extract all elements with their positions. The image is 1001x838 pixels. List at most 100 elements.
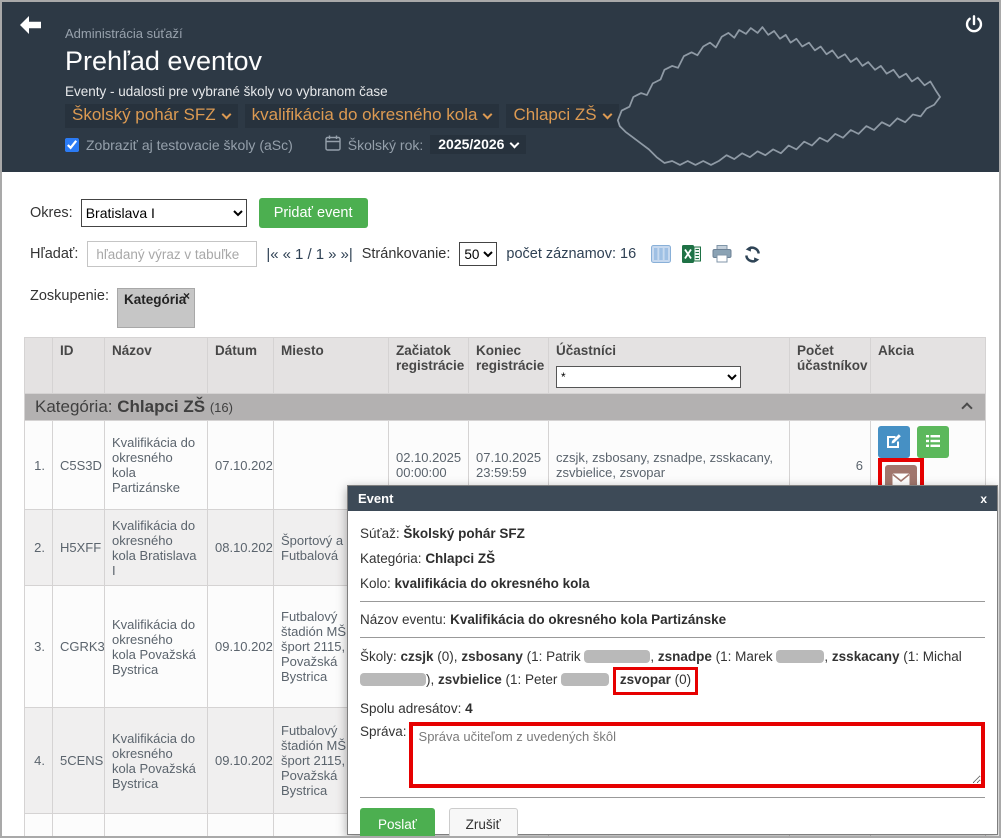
okres-label: Okres: [30,205,73,221]
search-input[interactable] [87,241,257,267]
nazov-eventu-value: Kvalifikácia do okresného kola Partizáns… [450,612,726,627]
cell-id: 5CENS [53,708,105,814]
chevron-down-icon [483,110,493,120]
edit-event-button[interactable] [878,426,910,458]
filter-category[interactable]: Chlapci ZŠ [506,104,618,128]
back-arrow-icon[interactable] [18,14,44,41]
column-header-ID[interactable]: ID [53,338,105,394]
paging-label: Stránkovanie: [362,246,451,262]
edit-pencil-icon [886,433,902,452]
cell-num [25,814,53,838]
skoly-label: Školy: [360,649,401,664]
filter-round[interactable]: kvalifikácia do okresného kola [245,104,500,128]
column-header-Názov[interactable]: Názov [105,338,208,394]
spolu-label: Spolu adresátov: [360,701,465,716]
column-header-Dátum[interactable]: Dátum▲ [208,338,274,394]
participant-list-button[interactable] [917,426,949,458]
school-separator: , [650,649,658,664]
redacted-name [561,673,609,686]
cell-num: 4. [25,708,53,814]
okres-select[interactable]: Bratislava I [81,199,247,227]
close-icon[interactable]: x [980,492,987,506]
page-title: Prehľad eventov [65,46,619,77]
group-row: Kategória: Chlapci ZŠ (16) [25,394,986,421]
chevron-down-icon [510,139,520,149]
pagination-last[interactable]: »| [340,246,352,263]
remove-group-icon[interactable]: × [183,289,190,303]
competition-filters: Školský pohár SFZ kvalifikácia do okresn… [65,104,619,128]
cell-datum: 07.10.2025 [208,421,274,510]
redacted-name [360,673,426,686]
printer-icon[interactable] [712,245,732,263]
refresh-icon[interactable] [743,245,762,264]
cancel-button[interactable]: Zrušiť [449,808,518,838]
column-header-Účastníci[interactable]: Účastníci* [549,338,790,394]
show-test-schools-checkbox[interactable] [65,138,79,152]
power-icon[interactable] [963,14,985,41]
school-year-label: Školský rok: [348,137,423,153]
school-separator: ), [426,672,438,687]
cell-id: CGRK3 [53,586,105,708]
page-size-select[interactable]: 50 [459,242,497,266]
cell-datum [208,814,274,838]
annotation-box-zsvopar: zsvopar (0) [613,667,698,694]
cell-datum: 09.10.2025 [208,586,274,708]
kolo-label: Kolo: [360,576,391,591]
cell-id: C5S3D [53,421,105,510]
school-detail: (1: Michal [899,649,961,664]
school-name: zsskacany [832,649,900,664]
redacted-name [776,650,824,663]
add-event-button[interactable]: Pridať event [259,198,368,228]
cell-num: 3. [25,586,53,708]
column-header-Začiatok registrácie[interactable]: Začiatok registrácie [389,338,469,394]
send-button[interactable]: Poslať [360,808,435,838]
school-detail: (1: Peter [502,672,561,687]
school-name: zsvopar [620,672,671,687]
cell-num: 2. [25,510,53,586]
school-detail: (1: Patrik [523,649,585,664]
column-header-Akcia: Akcia [871,338,986,394]
filter-competition[interactable]: Školský pohár SFZ [65,104,238,128]
collapse-chevron-icon[interactable] [961,402,972,413]
divider [360,797,985,798]
column-header-Miesto[interactable]: Miesto [274,338,389,394]
list-icon [925,433,941,452]
school-name: zsvbielice [438,672,502,687]
pagination-current: 1 / 1 [295,246,324,263]
sutaz-value: Školský pohár SFZ [403,526,525,541]
cell-id [53,814,105,838]
cell-nazov: Kvalifikácia do okresného kola Partizáns… [105,421,208,510]
group-by-label: Zoskupenie: [30,288,109,304]
column-header-Koniec registrácie[interactable]: Koniec registrácie [469,338,549,394]
table-columns-icon[interactable] [651,245,671,263]
excel-export-icon[interactable] [682,245,701,263]
dialog-title: Event [358,491,393,506]
pagination-next[interactable]: » [328,246,336,263]
group-name: Chlapci ZŠ [117,397,205,416]
pagination: |« « 1 / 1 » »| [266,246,352,263]
school-name: czsjk [401,649,434,664]
school-detail: (0), [434,649,462,664]
page-header: Administrácia súťaží Prehľad eventov Eve… [2,2,999,172]
group-prefix: Kategória: [35,397,117,416]
spolu-value: 4 [465,701,473,716]
show-test-schools-label: Zobraziť aj testovacie školy (aSc) [86,137,293,153]
school-name: zsbosany [461,649,523,664]
record-count: počet záznamov: 16 [506,246,636,262]
chevron-down-icon [221,110,231,120]
pagination-first[interactable]: |« [266,246,278,263]
message-textarea[interactable] [409,722,985,788]
school-separator: , [824,649,832,664]
school-detail: (1: Marek [712,649,777,664]
school-year-select[interactable]: 2025/2026 [430,135,526,154]
sprava-label: Správa: [360,722,407,739]
kategoria-value: Chlapci ZŠ [425,551,495,566]
kategoria-label: Kategória: [360,551,422,566]
pagination-prev[interactable]: « [283,246,291,263]
divider [360,601,985,602]
divider [360,637,985,638]
redacted-name [584,650,650,663]
app-window: Administrácia súťaží Prehľad eventov Eve… [0,0,1001,838]
participants-filter-select[interactable]: * [556,366,741,388]
group-chip-kategoria[interactable]: Kategória × [117,288,195,328]
